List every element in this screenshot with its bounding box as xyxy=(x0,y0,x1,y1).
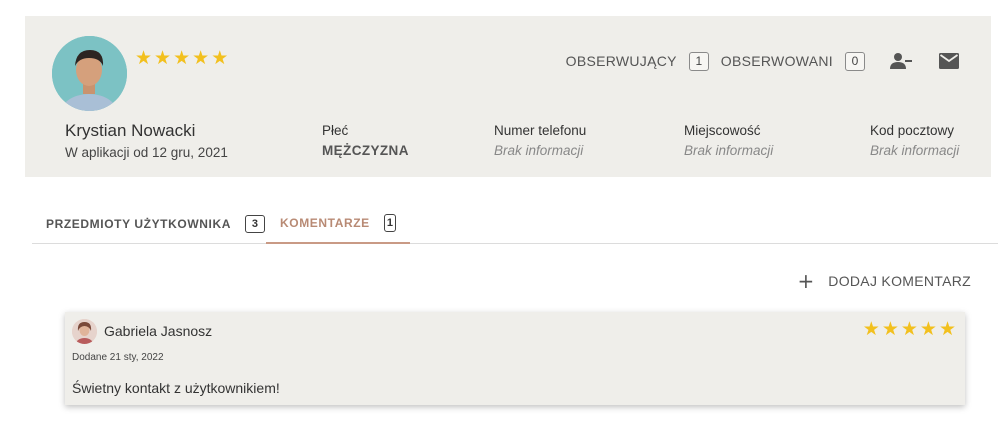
tab-user-items-label: PRZEDMIOTY UŻYTKOWNIKA xyxy=(46,216,231,231)
star-icon: ★ xyxy=(862,318,880,340)
field-phone: Numer telefonu Brak informacji xyxy=(494,123,586,158)
tab-comments[interactable]: KOMENTARZE 1 xyxy=(266,203,410,244)
star-icon: ★ xyxy=(919,318,937,340)
followers-count: 1 xyxy=(688,51,709,71)
tab-user-items[interactable]: PRZEDMIOTY UŻYTKOWNIKA 3 xyxy=(46,203,265,244)
tab-comments-label: KOMENTARZE xyxy=(280,215,370,230)
field-gender-label: Płeć xyxy=(322,123,349,138)
following-count: 0 xyxy=(845,51,865,71)
field-postal-code-label: Kod pocztowy xyxy=(870,123,955,138)
field-phone-label: Numer telefonu xyxy=(494,123,587,138)
mail-icon[interactable] xyxy=(937,50,961,72)
field-city-value: Brak informacji xyxy=(684,143,774,158)
tab-bar: PRZEDMIOTY UŻYTKOWNIKA 3 KOMENTARZE 1 xyxy=(32,203,998,244)
add-comment-button[interactable]: + DODAJ KOMENTARZ xyxy=(798,271,971,291)
star-icon: ★ xyxy=(192,47,210,69)
field-postal-code: Kod pocztowy Brak informacji xyxy=(870,123,959,158)
profile-joined-date: W aplikacji od 12 gru, 2021 xyxy=(65,145,228,160)
follow-bar: OBSERWUJĄCY 1 OBSERWOWANI 0 xyxy=(566,50,961,72)
tab-comments-count: 1 xyxy=(383,213,396,232)
comment-rating-stars: ★ ★ ★ ★ ★ xyxy=(863,320,956,339)
star-icon: ★ xyxy=(135,47,153,69)
star-icon: ★ xyxy=(154,47,172,69)
comment-author-avatar[interactable] xyxy=(72,319,97,344)
profile-rating-stars: ★ ★ ★ ★ ★ xyxy=(135,49,228,68)
field-city: Miejscowość Brak informacji xyxy=(684,123,773,158)
star-icon: ★ xyxy=(938,318,956,340)
comment-date: Dodane 21 sty, 2022 xyxy=(72,352,164,363)
field-gender-value: MĘŻCZYZNA xyxy=(322,143,409,158)
star-icon: ★ xyxy=(900,318,918,340)
following-label[interactable]: OBSERWOWANI xyxy=(721,53,833,69)
field-city-label: Miejscowość xyxy=(684,123,761,138)
field-phone-value: Brak informacji xyxy=(494,143,584,158)
profile-avatar[interactable] xyxy=(52,36,127,111)
comment-text: Świetny kontakt z użytkownikiem! xyxy=(72,380,280,396)
comment-card: Gabriela Jasnosz ★ ★ ★ ★ ★ Dodane 21 sty… xyxy=(65,312,965,405)
star-icon: ★ xyxy=(881,318,899,340)
comment-author[interactable]: Gabriela Jasnosz xyxy=(104,323,212,339)
remove-user-icon[interactable] xyxy=(889,50,913,72)
profile-header: ★ ★ ★ ★ ★ OBSERWUJĄCY 1 OBSERWOWANI 0 Kr… xyxy=(25,16,991,177)
tab-user-items-count: 3 xyxy=(244,214,265,233)
field-gender: Płeć MĘŻCZYZNA xyxy=(322,123,409,158)
star-icon: ★ xyxy=(173,47,191,69)
add-comment-label: DODAJ KOMENTARZ xyxy=(828,273,971,289)
profile-name: Krystian Nowacki xyxy=(65,121,196,140)
plus-icon: + xyxy=(797,269,815,293)
followers-label[interactable]: OBSERWUJĄCY xyxy=(566,53,677,69)
field-postal-code-value: Brak informacji xyxy=(870,143,960,158)
star-icon: ★ xyxy=(211,47,229,69)
